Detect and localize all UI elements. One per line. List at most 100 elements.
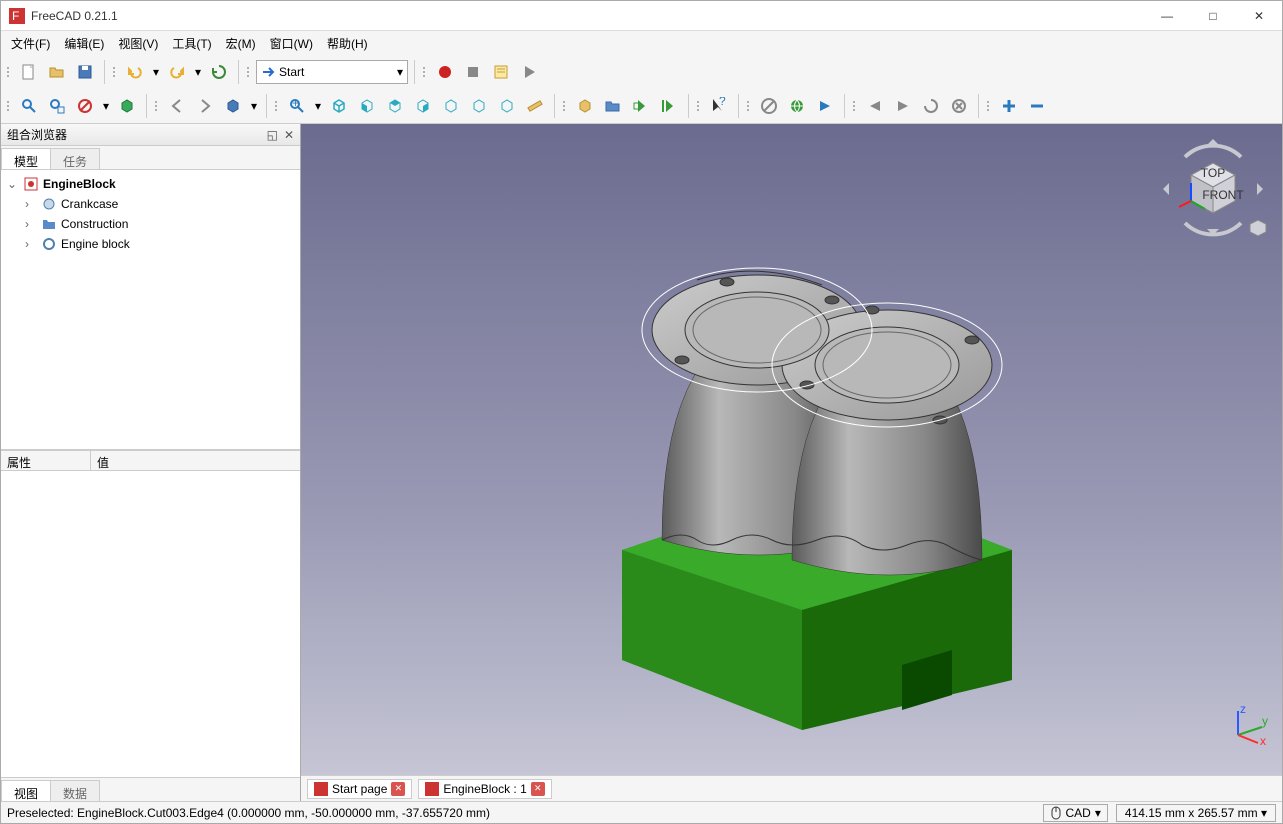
toolbar-grip[interactable] <box>5 93 12 119</box>
navigation-cube[interactable]: TOP FRONT <box>1158 132 1268 242</box>
close-button[interactable]: ✕ <box>1236 1 1282 30</box>
doc-tab-start[interactable]: Start page ✕ <box>307 779 412 799</box>
web-home-button[interactable] <box>784 93 810 119</box>
nav-mode-selector[interactable]: CAD ▾ <box>1043 804 1108 822</box>
panel-float-button[interactable]: ◱ <box>267 128 278 142</box>
whats-this-button[interactable]: ? <box>706 93 732 119</box>
macro-record-button[interactable] <box>432 59 458 85</box>
tab-task[interactable]: 任务 <box>50 148 100 169</box>
undo-dropdown[interactable]: ▾ <box>150 59 162 85</box>
toolbar-grip[interactable] <box>561 93 568 119</box>
undo-button[interactable] <box>122 59 148 85</box>
3d-canvas[interactable]: TOP FRONT z y x <box>301 124 1282 775</box>
chevron-down-icon: ▾ <box>1261 806 1267 820</box>
model-tree[interactable]: ⌄ EngineBlock › Crankcase › Construction… <box>1 170 300 450</box>
menu-edit[interactable]: 编辑(E) <box>58 32 110 55</box>
menu-tools[interactable]: 工具(T) <box>166 32 217 55</box>
toolbar-grip[interactable] <box>111 59 118 85</box>
tree-item[interactable]: › Crankcase <box>3 194 298 214</box>
tree-item[interactable]: › Engine block <box>3 234 298 254</box>
make-link-button[interactable] <box>572 93 598 119</box>
open-file-button[interactable] <box>44 59 70 85</box>
svg-text:TOP: TOP <box>1201 166 1225 180</box>
titlebar: F FreeCAD 0.21.1 ― □ ✕ <box>1 1 1282 31</box>
toolbar-grip[interactable] <box>5 59 12 85</box>
web-back-button[interactable] <box>756 93 782 119</box>
toolbar-grip[interactable] <box>153 93 160 119</box>
rear-view-button[interactable] <box>438 93 464 119</box>
fit-selection-button[interactable] <box>44 93 70 119</box>
tree-item[interactable]: › Construction <box>3 214 298 234</box>
maximize-button[interactable]: □ <box>1190 1 1236 30</box>
redo-dropdown[interactable]: ▾ <box>192 59 204 85</box>
left-view-button[interactable] <box>494 93 520 119</box>
bounding-box-button[interactable] <box>114 93 140 119</box>
bottom-view-button[interactable] <box>466 93 492 119</box>
draw-style-button[interactable] <box>72 93 98 119</box>
menu-file[interactable]: 文件(F) <box>5 32 56 55</box>
expand-icon[interactable]: › <box>25 237 37 251</box>
save-file-button[interactable] <box>72 59 98 85</box>
viewport: TOP FRONT z y x Start pag <box>301 124 1282 801</box>
isometric-button[interactable] <box>326 93 352 119</box>
zoom-minus-button[interactable] <box>1024 93 1050 119</box>
new-file-button[interactable] <box>16 59 42 85</box>
panel-close-button[interactable]: ✕ <box>284 128 294 142</box>
tab-view[interactable]: 视图 <box>1 780 51 801</box>
zoom-in-button[interactable]: + <box>284 93 310 119</box>
nav-forward-button[interactable] <box>192 93 218 119</box>
redo-button[interactable] <box>164 59 190 85</box>
link-select-button[interactable] <box>220 93 246 119</box>
toolbar-grip[interactable] <box>985 93 992 119</box>
web-forward-button[interactable] <box>812 93 838 119</box>
window-title: FreeCAD 0.21.1 <box>31 9 1144 23</box>
tree-root[interactable]: ⌄ EngineBlock <box>3 174 298 194</box>
toolbar-grip[interactable] <box>245 59 252 85</box>
zoom-plus-button[interactable] <box>996 93 1022 119</box>
link-replace-button[interactable] <box>628 93 654 119</box>
front-view-button[interactable] <box>354 93 380 119</box>
minimize-button[interactable]: ― <box>1144 1 1190 30</box>
expand-icon[interactable]: › <box>25 217 37 231</box>
measure-button[interactable] <box>522 93 548 119</box>
right-view-button[interactable] <box>410 93 436 119</box>
zoom-dropdown[interactable]: ▾ <box>312 93 324 119</box>
link-unlink-button[interactable] <box>656 93 682 119</box>
toolbar-grip[interactable] <box>745 93 752 119</box>
nav-refresh-button[interactable] <box>918 93 944 119</box>
menubar: 文件(F) 编辑(E) 视图(V) 工具(T) 宏(M) 窗口(W) 帮助(H) <box>1 31 1282 55</box>
tab-model[interactable]: 模型 <box>1 148 51 169</box>
make-sublink-button[interactable] <box>600 93 626 119</box>
prop-header-val: 值 <box>91 451 300 470</box>
link-dropdown[interactable]: ▾ <box>248 93 260 119</box>
folder-icon <box>41 216 57 232</box>
status-dimensions[interactable]: 414.15 mm x 265.57 mm ▾ <box>1116 804 1276 822</box>
toolbar-grip[interactable] <box>421 59 428 85</box>
top-view-button[interactable] <box>382 93 408 119</box>
refresh-button[interactable] <box>206 59 232 85</box>
menu-window[interactable]: 窗口(W) <box>264 32 319 55</box>
tab-data[interactable]: 数据 <box>50 780 100 801</box>
workbench-selector[interactable]: Start ▾ <box>256 60 408 84</box>
toolbar-grip[interactable] <box>273 93 280 119</box>
menu-view[interactable]: 视图(V) <box>112 32 164 55</box>
macro-stop-button[interactable] <box>460 59 486 85</box>
close-tab-icon[interactable]: ✕ <box>391 782 405 796</box>
nav-next-button[interactable] <box>890 93 916 119</box>
fit-all-button[interactable] <box>16 93 42 119</box>
close-tab-icon[interactable]: ✕ <box>531 782 545 796</box>
nav-stop-button[interactable] <box>946 93 972 119</box>
macro-play-button[interactable] <box>516 59 542 85</box>
expand-icon[interactable]: › <box>25 197 37 211</box>
menu-macro[interactable]: 宏(M) <box>220 32 262 55</box>
menu-help[interactable]: 帮助(H) <box>321 32 374 55</box>
macro-list-button[interactable] <box>488 59 514 85</box>
toolbar-grip[interactable] <box>695 93 702 119</box>
doc-tab-active[interactable]: EngineBlock : 1 ✕ <box>418 779 551 799</box>
panel-title: 组合浏览器 <box>7 126 67 143</box>
nav-back-button[interactable] <box>164 93 190 119</box>
expand-icon[interactable]: ⌄ <box>7 177 19 191</box>
draw-style-dropdown[interactable]: ▾ <box>100 93 112 119</box>
nav-prev-button[interactable] <box>862 93 888 119</box>
toolbar-grip[interactable] <box>851 93 858 119</box>
